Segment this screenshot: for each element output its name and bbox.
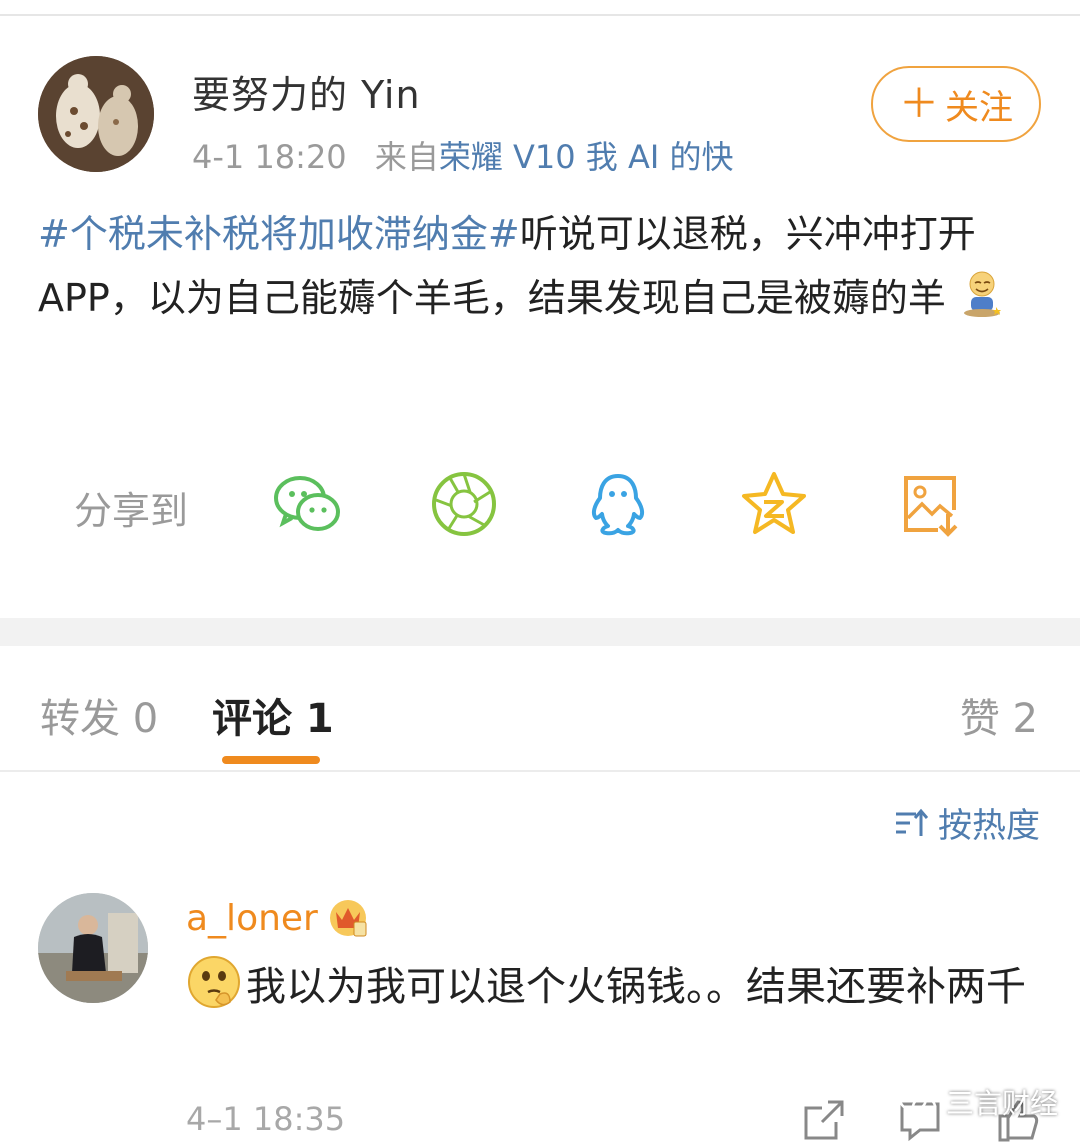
- tab-like[interactable]: 赞 2: [960, 686, 1038, 744]
- save-image-icon[interactable]: [894, 468, 966, 540]
- follow-button[interactable]: ＋ 关注: [871, 66, 1041, 142]
- tab-comment[interactable]: 评论 1: [212, 686, 334, 744]
- post-body: #个税未补税将加收滞纳金#听说可以退税，兴冲冲打开 APP，以为自己能薅个羊毛，…: [38, 202, 1048, 330]
- repost-comment-icon[interactable]: [802, 1098, 846, 1142]
- commenter-avatar[interactable]: [38, 893, 148, 1003]
- share-label: 分享到: [74, 489, 189, 533]
- tab-repost[interactable]: 转发 0: [40, 686, 158, 744]
- post-meta: 4-1 18:20 来自荣耀 V10 我 AI 的快: [192, 132, 733, 178]
- moments-icon[interactable]: [428, 468, 500, 540]
- comment-time: 4–1 18:35: [186, 1100, 346, 1138]
- qzone-icon[interactable]: [738, 468, 810, 540]
- sitting-emoji-icon: [960, 271, 1004, 319]
- wechat-icon[interactable]: [272, 468, 344, 540]
- plus-icon: ＋: [899, 81, 939, 127]
- section-separator: [0, 618, 1080, 646]
- comment-body: 我以为我可以退个火锅钱。。结果还要补两千: [186, 954, 1056, 1019]
- comment-text: 我以为我可以退个火锅钱。。结果还要补两千: [246, 964, 1026, 1010]
- watermark-text: 三言财经: [946, 1087, 1059, 1120]
- sort-by-hot-button[interactable]: 按热度: [894, 798, 1040, 847]
- commenter-name-row[interactable]: a_loner: [186, 896, 368, 940]
- watermark: 三言财经: [898, 1082, 1058, 1122]
- hashtag-link[interactable]: #个税未补税将加收滞纳金#: [38, 212, 520, 256]
- follow-label: 关注: [945, 87, 1013, 128]
- thinking-emoji-icon: [186, 954, 242, 1010]
- post-source[interactable]: 荣耀 V10 我 AI 的快: [439, 138, 734, 176]
- sort-label: 按热度: [938, 806, 1040, 846]
- commenter-name[interactable]: a_loner: [186, 898, 318, 939]
- wechat-logo-icon: [898, 1086, 937, 1118]
- active-tab-indicator: [222, 756, 320, 764]
- top-divider: [0, 14, 1080, 16]
- sort-icon: [896, 808, 928, 836]
- post-source-prefix: 来自: [374, 138, 439, 176]
- post-time: 4-1 18:20: [192, 138, 347, 176]
- vip-crown-icon: [328, 896, 368, 940]
- qq-icon[interactable]: [582, 468, 654, 540]
- post-author-name[interactable]: 要努力的 Yin: [192, 64, 421, 119]
- tab-divider: [0, 770, 1080, 772]
- post-author-avatar[interactable]: [38, 56, 154, 172]
